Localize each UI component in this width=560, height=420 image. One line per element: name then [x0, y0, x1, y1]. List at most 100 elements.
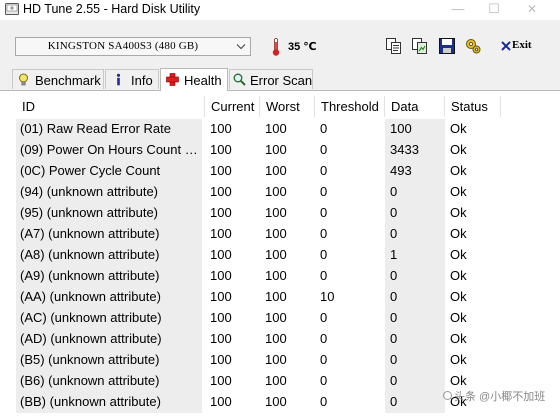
table-row[interactable]: (01) Raw Read Error Rate 100 100 0 100 Ok — [16, 119, 541, 140]
window-title: HD Tune 2.55 - Hard Disk Utility — [23, 2, 201, 16]
attribute-id: (A9) (unknown attribute) — [16, 266, 202, 287]
table-row[interactable]: (AD) (unknown attribute) 100 100 0 0 Ok — [16, 329, 541, 350]
copy-text-icon[interactable] — [385, 37, 403, 55]
tab-error-scan[interactable]: Error Scan — [229, 69, 313, 89]
header-threshold[interactable]: Threshold — [315, 96, 385, 117]
tab-health[interactable]: Health — [160, 68, 228, 91]
worst-value: 100 — [265, 373, 287, 388]
header-current[interactable]: Current — [205, 96, 260, 117]
table-row[interactable]: (09) Power On Hours Count … 100 100 0 3433 Ok — [16, 140, 541, 161]
attribute-id: (01) Raw Read Error Rate — [16, 119, 202, 140]
worst-value: 100 — [265, 289, 287, 304]
lightbulb-icon — [19, 73, 28, 86]
header-data[interactable]: Data — [385, 96, 445, 117]
status-value: Ok — [450, 310, 467, 325]
title-bar: HD Tune 2.55 - Hard Disk Utility — ☐ ✕ — [0, 0, 560, 20]
watermark: 头条 @小椰不加班 — [454, 391, 546, 403]
current-value: 100 — [210, 226, 232, 241]
status-value: Ok — [450, 289, 467, 304]
minimize-button[interactable]: — — [440, 0, 476, 20]
table-row[interactable]: (94) (unknown attribute) 100 100 0 0 Ok — [16, 182, 541, 203]
status-value: Ok — [450, 205, 467, 220]
status-value: Ok — [450, 331, 467, 346]
raw-data-value: 0 — [385, 392, 445, 413]
worst-value: 100 — [265, 352, 287, 367]
threshold-value: 0 — [320, 226, 328, 241]
tab-benchmark[interactable]: Benchmark — [12, 69, 104, 89]
status-value: Ok — [450, 142, 467, 157]
attribute-id: (A8) (unknown attribute) — [16, 245, 202, 266]
worst-value: 100 — [265, 226, 287, 241]
raw-data-value: 3433 — [385, 140, 445, 161]
threshold-value: 0 — [320, 394, 328, 409]
tab-error-scan-label: Error Scan — [250, 73, 313, 88]
tab-info[interactable]: Info — [105, 69, 159, 89]
current-value: 100 — [210, 268, 232, 283]
tab-info-label: Info — [131, 73, 153, 88]
current-value: 100 — [210, 310, 232, 325]
attribute-id: (BB) (unknown attribute) — [16, 392, 202, 413]
table-row[interactable]: (0C) Power Cycle Count 100 100 0 493 Ok — [16, 161, 541, 182]
raw-data-value: 0 — [385, 287, 445, 308]
header-id[interactable]: ID — [16, 96, 205, 117]
tab-health-label: Health — [184, 73, 222, 88]
threshold-value: 0 — [320, 268, 328, 283]
thermometer-icon — [272, 38, 280, 56]
raw-data-value: 0 — [385, 350, 445, 371]
current-value: 100 — [210, 352, 232, 367]
header-status[interactable]: Status — [445, 96, 501, 117]
close-button[interactable]: ✕ — [514, 0, 550, 20]
status-value: Ok — [450, 352, 467, 367]
info-icon — [116, 73, 121, 86]
copy-screenshot-icon[interactable] — [411, 37, 429, 55]
raw-data-value: 493 — [385, 161, 445, 182]
tab-benchmark-label: Benchmark — [35, 73, 101, 88]
save-icon[interactable] — [438, 37, 456, 55]
raw-data-value: 0 — [385, 329, 445, 350]
current-value: 100 — [210, 142, 232, 157]
current-value: 100 — [210, 184, 232, 199]
watermark-icon — [443, 391, 452, 400]
table-row[interactable]: (B5) (unknown attribute) 100 100 0 0 Ok — [16, 350, 541, 371]
status-value: Ok — [450, 163, 467, 178]
worst-value: 100 — [265, 184, 287, 199]
status-value: Ok — [450, 226, 467, 241]
current-value: 100 — [210, 331, 232, 346]
raw-data-value: 1 — [385, 245, 445, 266]
raw-data-value: 0 — [385, 266, 445, 287]
threshold-value: 0 — [320, 205, 328, 220]
table-row[interactable]: (A8) (unknown attribute) 100 100 0 1 Ok — [16, 245, 541, 266]
current-value: 100 — [210, 247, 232, 262]
worst-value: 100 — [265, 268, 287, 283]
table-row[interactable]: (A7) (unknown attribute) 100 100 0 0 Ok — [16, 224, 541, 245]
drive-dropdown-value: KINGSTON SA400S3 (480 GB) — [47, 40, 199, 52]
threshold-value: 0 — [320, 184, 328, 199]
worst-value: 100 — [265, 163, 287, 178]
app-disk-icon — [5, 3, 19, 15]
current-value: 100 — [210, 205, 232, 220]
worst-value: 100 — [265, 121, 287, 136]
attribute-id: (95) (unknown attribute) — [16, 203, 202, 224]
table-row[interactable]: (A9) (unknown attribute) 100 100 0 0 Ok — [16, 266, 541, 287]
table-row[interactable]: (AC) (unknown attribute) 100 100 0 0 Ok — [16, 308, 541, 329]
threshold-value: 0 — [320, 163, 328, 178]
current-value: 100 — [210, 121, 232, 136]
raw-data-value: 0 — [385, 203, 445, 224]
tab-strip: Benchmark Info Health Error Scan — [0, 68, 560, 91]
threshold-value: 10 — [320, 289, 335, 304]
maximize-button[interactable]: ☐ — [476, 0, 512, 20]
red-cross-icon — [166, 73, 179, 86]
threshold-value: 0 — [320, 121, 328, 136]
raw-data-value: 0 — [385, 371, 445, 392]
worst-value: 100 — [265, 331, 287, 346]
table-row[interactable]: (95) (unknown attribute) 100 100 0 0 Ok — [16, 203, 541, 224]
status-value: Ok — [450, 121, 467, 136]
health-panel: ID Current Worst Threshold Data Status (01) R… — [0, 90, 560, 420]
drive-dropdown[interactable]: KINGSTON SA400S3 (480 GB) — [15, 37, 251, 56]
attribute-id: (A7) (unknown attribute) — [16, 224, 202, 245]
options-icon[interactable] — [464, 37, 482, 55]
current-value: 100 — [210, 163, 232, 178]
table-row[interactable]: (AA) (unknown attribute) 100 100 10 0 Ok — [16, 287, 541, 308]
attribute-id: (94) (unknown attribute) — [16, 182, 202, 203]
header-worst[interactable]: Worst — [260, 96, 315, 117]
